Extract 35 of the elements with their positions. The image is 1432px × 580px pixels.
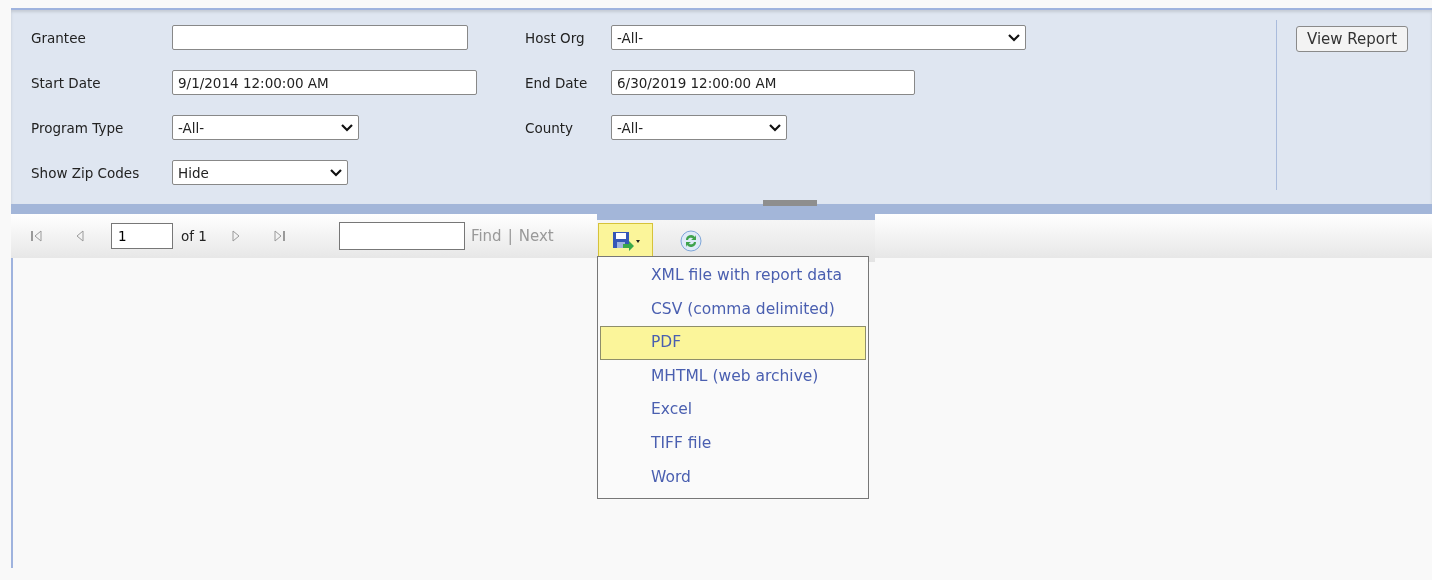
menu-item[interactable]: MHTML (web archive)	[600, 359, 866, 394]
chevron-down-icon	[1008, 33, 1020, 42]
menu-item[interactable]: XML file with report data	[600, 259, 866, 293]
first-page-icon[interactable]	[29, 229, 43, 243]
separator: |	[507, 227, 513, 245]
collapse-handle[interactable]	[763, 200, 817, 206]
save-icon	[610, 230, 641, 252]
input-field[interactable]	[172, 25, 468, 50]
chevron-down-icon	[769, 123, 781, 132]
menu-item[interactable]: PDF	[600, 326, 866, 360]
chevron-down-icon	[341, 123, 353, 132]
chevron-down-icon	[330, 168, 342, 177]
dropdown[interactable]: Hide	[172, 160, 348, 185]
field-label: Program Type	[31, 119, 125, 136]
page-number-field[interactable]: 1	[111, 223, 173, 249]
field-label: County	[525, 119, 575, 136]
view-report-button[interactable]: View Report	[1296, 26, 1409, 52]
menu-item[interactable]: TIFF file	[600, 426, 866, 461]
menu-item[interactable]: CSV (comma delimited)	[600, 292, 866, 327]
refresh-icon[interactable]	[679, 229, 703, 253]
field-label: Start Date	[31, 74, 102, 91]
dropdown[interactable]: -All-	[611, 115, 787, 140]
menu-item[interactable]: Excel	[600, 393, 866, 427]
page-count: of 1	[181, 228, 207, 244]
dropdown[interactable]: -All-	[611, 25, 1026, 50]
field-label: Show Zip Codes	[31, 164, 141, 181]
field-label: End Date	[525, 74, 589, 91]
input-field[interactable]: 6/30/2019 12:00:00 AM	[611, 70, 915, 95]
menu-item[interactable]: Word	[600, 460, 866, 495]
find-field[interactable]	[338, 222, 465, 250]
input-field[interactable]: 9/1/2014 12:00:00 AM	[172, 70, 477, 95]
field-label: Grantee	[31, 29, 87, 46]
export-button[interactable]	[598, 223, 653, 259]
field-label: Host Org	[525, 29, 586, 46]
dropdown[interactable]: -All-	[172, 115, 359, 140]
